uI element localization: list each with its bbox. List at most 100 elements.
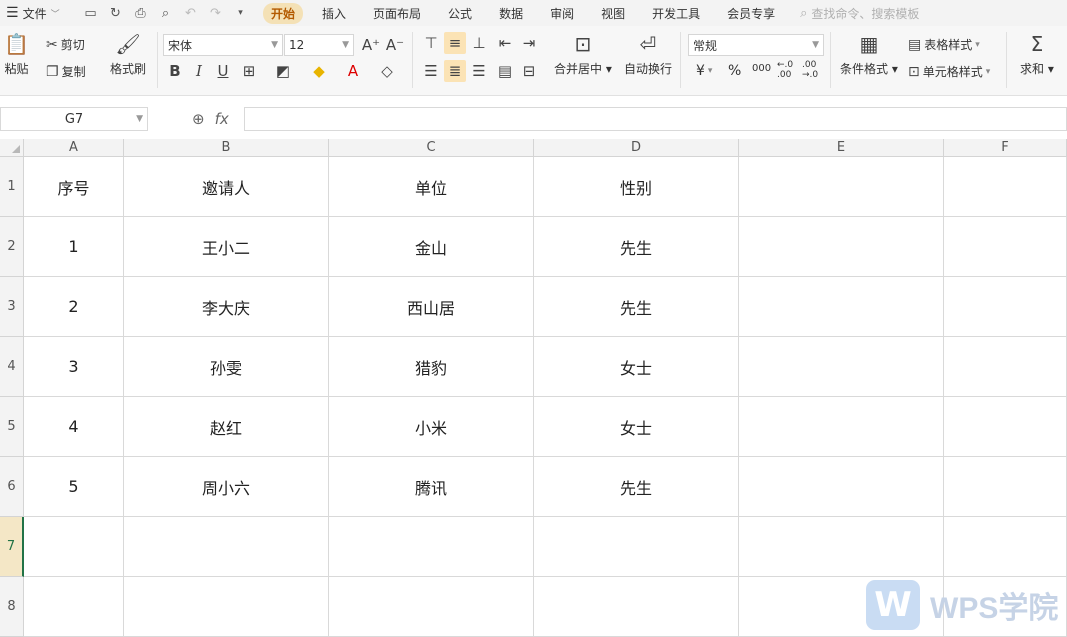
indent-increase-icon[interactable]: ⇥ — [518, 32, 540, 54]
cell-c3[interactable]: 西山居 — [329, 277, 534, 337]
align-left-icon[interactable]: ☰ — [420, 60, 442, 82]
cell-e5[interactable] — [739, 397, 944, 457]
eraser-icon[interactable]: ◇ — [376, 60, 398, 82]
export-icon[interactable]: ↻ — [107, 6, 124, 21]
cell-e1[interactable] — [739, 157, 944, 217]
cell-f4[interactable] — [944, 337, 1067, 397]
cell-b2[interactable]: 王小二 — [124, 217, 329, 277]
conditional-format-button[interactable]: ▦ 条件格式 ▾ — [840, 32, 898, 77]
currency-button[interactable]: ¥ ▾ — [696, 63, 712, 79]
column-header-b[interactable]: B — [124, 139, 329, 157]
name-box[interactable]: G7 ▼ — [0, 107, 148, 131]
cell-d3[interactable]: 先生 — [534, 277, 739, 337]
column-header-a[interactable]: A — [24, 139, 124, 157]
bold-button[interactable]: B — [164, 60, 186, 82]
column-header-d[interactable]: D — [534, 139, 739, 157]
row-header-8[interactable]: 8 — [0, 577, 24, 637]
tab-view[interactable]: 视图 — [593, 3, 633, 24]
row-header-6[interactable]: 6 — [0, 457, 24, 517]
cell-e2[interactable] — [739, 217, 944, 277]
cell-c6[interactable]: 腾讯 — [329, 457, 534, 517]
cut-button[interactable]: ✂ 剪切 — [46, 36, 85, 53]
cell-d7[interactable] — [534, 517, 739, 577]
paste-button[interactable]: 📋 粘贴 — [4, 32, 29, 77]
cell-f5[interactable] — [944, 397, 1067, 457]
justify-icon[interactable]: ▤ — [494, 60, 516, 82]
thousands-button[interactable]: 000 — [752, 63, 771, 74]
cell-b3[interactable]: 李大庆 — [124, 277, 329, 337]
cell-d4[interactable]: 女士 — [534, 337, 739, 397]
cell-b6[interactable]: 周小六 — [124, 457, 329, 517]
undo-icon[interactable]: ↶ — [182, 6, 199, 21]
cell-e7[interactable] — [739, 517, 944, 577]
cell-c1[interactable]: 单位 — [329, 157, 534, 217]
font-name-select[interactable]: 宋体 ▼ — [163, 34, 283, 56]
row-header-5[interactable]: 5 — [0, 397, 24, 457]
tab-data[interactable]: 数据 — [491, 3, 531, 24]
cell-f2[interactable] — [944, 217, 1067, 277]
tab-review[interactable]: 审阅 — [542, 3, 582, 24]
wrap-text-button[interactable]: ⏎ 自动换行 — [624, 32, 672, 77]
decrease-font-icon[interactable]: A⁻ — [384, 34, 406, 56]
border-icon[interactable]: ⊞ — [238, 60, 260, 82]
print-preview-icon[interactable]: ⌕ — [157, 6, 174, 21]
column-header-f[interactable]: F — [944, 139, 1067, 157]
cell-d6[interactable]: 先生 — [534, 457, 739, 517]
cell-c2[interactable]: 金山 — [329, 217, 534, 277]
cell-style-button[interactable]: ⊡ 单元格样式 ▾ — [908, 63, 990, 80]
cell-e4[interactable] — [739, 337, 944, 397]
customize-icon[interactable]: ▾ — [232, 8, 249, 18]
cell-d5[interactable]: 女士 — [534, 397, 739, 457]
cell-e3[interactable] — [739, 277, 944, 337]
cell-f7[interactable] — [944, 517, 1067, 577]
cell-e6[interactable] — [739, 457, 944, 517]
zoom-icon[interactable]: ⊕ — [192, 110, 205, 128]
merge-center-button[interactable]: ⊡ 合并居中 ▾ — [554, 32, 612, 77]
font-size-select[interactable]: 12 ▼ — [284, 34, 354, 56]
tab-member[interactable]: 会员专享 — [719, 3, 783, 24]
cell-c5[interactable]: 小米 — [329, 397, 534, 457]
cell-a1[interactable]: 序号 — [24, 157, 124, 217]
cell-c7[interactable] — [329, 517, 534, 577]
number-format-select[interactable]: 常规 ▼ — [688, 34, 824, 56]
underline-button[interactable]: U — [212, 60, 234, 82]
fill-style-icon[interactable]: ◩ — [272, 60, 294, 82]
cell-a2[interactable]: 1 — [24, 217, 124, 277]
sum-button[interactable]: Σ 求和 ▾ — [1020, 32, 1054, 77]
decimal-increase-button[interactable]: ←.0 .00 — [777, 60, 799, 80]
column-header-e[interactable]: E — [739, 139, 944, 157]
distribute-icon[interactable]: ⊟ — [518, 60, 540, 82]
redo-icon[interactable]: ↷ — [207, 6, 224, 21]
italic-button[interactable]: I — [188, 60, 210, 82]
row-header-1[interactable]: 1 — [0, 157, 24, 217]
cell-d2[interactable]: 先生 — [534, 217, 739, 277]
format-painter-button[interactable]: 🖌 格式刷 — [110, 32, 146, 77]
row-header-3[interactable]: 3 — [0, 277, 24, 337]
cell-f3[interactable] — [944, 277, 1067, 337]
cell-a7[interactable] — [24, 517, 124, 577]
file-menu[interactable]: ☰ 文件 ﹀ — [0, 5, 78, 22]
cell-b8[interactable] — [124, 577, 329, 637]
cell-d1[interactable]: 性别 — [534, 157, 739, 217]
cell-a6[interactable]: 5 — [24, 457, 124, 517]
cell-a5[interactable]: 4 — [24, 397, 124, 457]
copy-button[interactable]: ❐ 复制 — [46, 63, 86, 80]
cell-c8[interactable] — [329, 577, 534, 637]
cell-f6[interactable] — [944, 457, 1067, 517]
tab-insert[interactable]: 插入 — [314, 3, 354, 24]
increase-font-icon[interactable]: A⁺ — [360, 34, 382, 56]
percent-button[interactable]: % — [728, 63, 741, 79]
cell-b5[interactable]: 赵红 — [124, 397, 329, 457]
cell-a3[interactable]: 2 — [24, 277, 124, 337]
cell-a4[interactable]: 3 — [24, 337, 124, 397]
row-header-2[interactable]: 2 — [0, 217, 24, 277]
fill-color-icon[interactable]: ◆ — [308, 60, 330, 82]
align-bottom-icon[interactable]: ⊥ — [468, 32, 490, 54]
cell-a8[interactable] — [24, 577, 124, 637]
command-search[interactable]: ⌕ 查找命令、搜索模板 — [800, 5, 919, 22]
fx-icon[interactable]: fx — [215, 110, 229, 128]
font-color-icon[interactable]: A — [342, 60, 364, 82]
align-center-icon[interactable]: ≣ — [444, 60, 466, 82]
table-style-button[interactable]: ▤ 表格样式 ▾ — [908, 36, 980, 53]
row-header-4[interactable]: 4 — [0, 337, 24, 397]
